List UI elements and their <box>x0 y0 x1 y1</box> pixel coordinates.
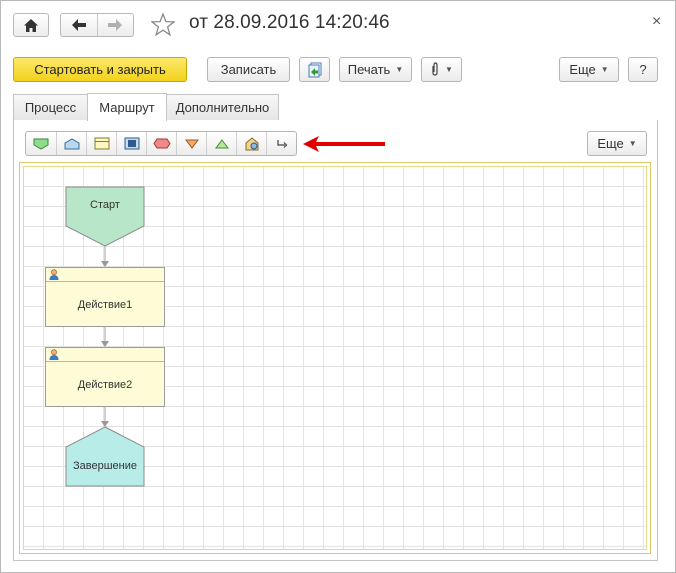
action-node-1[interactable]: Действие1 <box>45 267 165 327</box>
end-point-icon <box>64 137 79 149</box>
subprocess-icon <box>124 137 139 150</box>
tab-route[interactable]: Маршрут <box>87 93 167 121</box>
chevron-down-icon: ▼ <box>395 65 404 74</box>
action-node-header <box>46 348 164 362</box>
action-node-2[interactable]: Действие2 <box>45 347 165 407</box>
print-button[interactable]: Печать ▼ <box>339 57 412 82</box>
route-more-button[interactable]: Еще ▼ <box>587 131 647 156</box>
add-subprocess-button[interactable] <box>116 132 146 155</box>
history-nav <box>60 13 134 37</box>
route-map-canvas[interactable]: Старт Действие1 Действие2 Завершение <box>23 166 647 550</box>
form-window: от 28.09.2016 14:20:46 × Стартовать и за… <box>0 0 676 573</box>
close-icon[interactable]: × <box>652 14 661 30</box>
split-icon <box>184 139 199 149</box>
related-docs-button[interactable] <box>299 57 330 82</box>
add-process-point-button[interactable] <box>236 132 266 155</box>
add-connector-button[interactable] <box>266 132 296 155</box>
process-point-icon <box>245 136 258 150</box>
back-button[interactable] <box>61 14 97 36</box>
attachments-button[interactable]: ▼ <box>421 57 462 82</box>
add-condition-button[interactable] <box>146 132 176 155</box>
print-label: Печать <box>347 62 391 77</box>
start-node[interactable] <box>65 186 145 247</box>
start-point-icon <box>33 138 49 150</box>
start-node-label: Старт <box>90 199 120 211</box>
home-icon <box>24 18 38 32</box>
add-split-button[interactable] <box>176 132 206 155</box>
chevron-down-icon: ▼ <box>445 65 453 74</box>
end-node[interactable] <box>65 426 145 487</box>
tab-process[interactable]: Процесс <box>13 94 88 120</box>
chevron-down-icon: ▼ <box>600 65 609 74</box>
user-icon <box>49 269 59 280</box>
arrow-right-icon <box>108 19 123 31</box>
red-arrow-annotation <box>303 136 385 152</box>
add-action-button[interactable] <box>86 132 116 155</box>
add-start-point-button[interactable] <box>26 132 56 155</box>
more-label: Еще <box>569 62 596 77</box>
add-end-point-button[interactable] <box>56 132 86 155</box>
start-and-close-button[interactable]: Стартовать и закрыть <box>13 57 187 82</box>
chevron-down-icon: ▼ <box>628 139 637 148</box>
connector-icon <box>276 139 287 148</box>
save-button[interactable]: Записать <box>207 57 290 82</box>
route-more-label: Еще <box>597 136 624 151</box>
window-title: от 28.09.2016 14:20:46 <box>189 12 390 33</box>
action-node-label: Действие2 <box>77 378 133 391</box>
merge-icon <box>214 138 229 148</box>
tab-additional[interactable]: Дополнительно <box>166 94 279 120</box>
action-icon <box>94 137 109 150</box>
action-node-label: Действие1 <box>77 298 133 311</box>
help-button[interactable]: ? <box>628 57 658 82</box>
user-icon <box>49 349 59 360</box>
end-node-label: Завершение <box>73 460 137 472</box>
add-merge-button[interactable] <box>206 132 236 155</box>
paperclip-icon <box>432 62 438 76</box>
more-button[interactable]: Еще ▼ <box>559 57 619 82</box>
star-icon[interactable] <box>151 13 175 36</box>
home-button[interactable] <box>13 13 49 37</box>
route-toolbar <box>25 131 297 156</box>
condition-icon <box>152 138 171 149</box>
arrow-left-icon <box>71 19 86 31</box>
related-documents-icon <box>308 62 321 77</box>
action-node-header <box>46 268 164 282</box>
forward-button[interactable] <box>96 14 133 36</box>
